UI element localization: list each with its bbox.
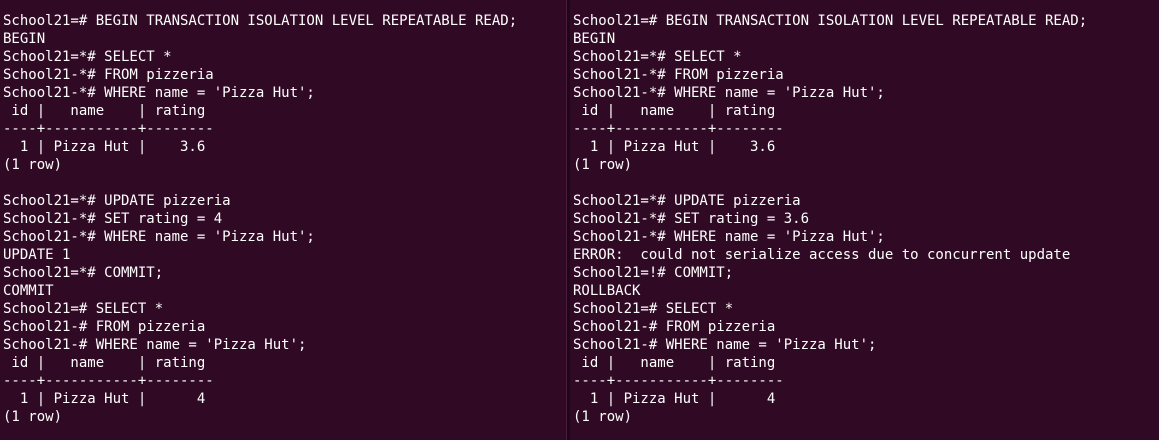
- terminal-line: School21=*# COMMIT;: [3, 265, 164, 281]
- terminal-line: BEGIN: [3, 31, 46, 47]
- terminal-line: School21=*# UPDATE pizzeria: [3, 193, 231, 209]
- terminal-line: School21-# FROM pizzeria: [3, 319, 206, 335]
- terminal-line: School21-*# WHERE name = 'Pizza Hut';: [3, 229, 315, 245]
- terminal-line: School21=*# SELECT *: [573, 49, 742, 65]
- terminal-line: ----+-----------+--------: [3, 373, 214, 389]
- right-terminal-output: School21=# BEGIN TRANSACTION ISOLATION L…: [573, 12, 1087, 426]
- terminal-line: School21=# BEGIN TRANSACTION ISOLATION L…: [3, 13, 518, 29]
- left-terminal-pane[interactable]: School21=# BEGIN TRANSACTION ISOLATION L…: [0, 0, 566, 440]
- terminal-line: 1 | Pizza Hut | 4: [3, 391, 206, 407]
- terminal-line: School21=*# SELECT *: [3, 49, 172, 65]
- terminal-line: (1 row): [3, 409, 63, 425]
- terminal-line: 1 | Pizza Hut | 4: [573, 391, 776, 407]
- terminal-line: UPDATE 1: [3, 247, 71, 263]
- terminal-line: ROLLBACK: [573, 283, 641, 299]
- terminal-line: (1 row): [573, 157, 633, 173]
- terminal-line: (1 row): [3, 157, 63, 173]
- terminal-line: School21=# BEGIN TRANSACTION ISOLATION L…: [573, 13, 1088, 29]
- terminal-line: School21=# SELECT *: [3, 301, 164, 317]
- terminal-line: ----+-----------+--------: [573, 373, 784, 389]
- terminal-line: ERROR: could not serialize access due to…: [573, 247, 1071, 263]
- terminal-line: id | name | rating: [573, 103, 776, 119]
- terminal-line: ----+-----------+--------: [573, 121, 784, 137]
- terminal-line: School21-*# FROM pizzeria: [573, 67, 784, 83]
- terminal-line: 1 | Pizza Hut | 3.6: [573, 139, 776, 155]
- terminal-line: ----+-----------+--------: [3, 121, 214, 137]
- terminal-line: School21-*# WHERE name = 'Pizza Hut';: [573, 229, 885, 245]
- terminal-line: School21-# WHERE name = 'Pizza Hut';: [573, 337, 877, 353]
- terminal-line: id | name | rating: [3, 355, 206, 371]
- left-terminal-output: School21=# BEGIN TRANSACTION ISOLATION L…: [3, 12, 517, 426]
- terminal-line: 1 | Pizza Hut | 3.6: [3, 139, 206, 155]
- terminal-line: School21=*# UPDATE pizzeria: [573, 193, 801, 209]
- terminal-line: School21-*# WHERE name = 'Pizza Hut';: [573, 85, 885, 101]
- terminal-line: School21=# SELECT *: [573, 301, 734, 317]
- terminal-line: id | name | rating: [573, 355, 776, 371]
- terminal-line: (1 row): [573, 409, 633, 425]
- terminal-line: School21-*# FROM pizzeria: [3, 67, 214, 83]
- terminal-line: School21-# WHERE name = 'Pizza Hut';: [3, 337, 307, 353]
- terminal-line: School21-*# SET rating = 4: [3, 211, 223, 227]
- terminal-line: COMMIT: [3, 283, 54, 299]
- terminal-split-view: School21=# BEGIN TRANSACTION ISOLATION L…: [0, 0, 1159, 440]
- right-terminal-pane[interactable]: School21=# BEGIN TRANSACTION ISOLATION L…: [570, 0, 1159, 440]
- terminal-line: School21-*# WHERE name = 'Pizza Hut';: [3, 85, 315, 101]
- terminal-line: School21-*# SET rating = 3.6: [573, 211, 810, 227]
- terminal-line: School21-# FROM pizzeria: [573, 319, 776, 335]
- terminal-line: BEGIN: [573, 31, 616, 47]
- terminal-line: id | name | rating: [3, 103, 206, 119]
- terminal-line: School21=!# COMMIT;: [573, 265, 734, 281]
